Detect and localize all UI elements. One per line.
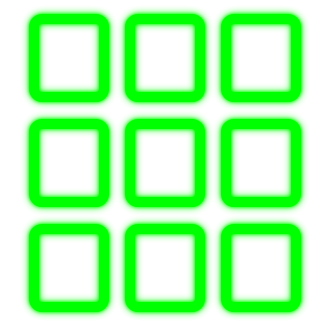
grid-cell-r2-c3 xyxy=(221,119,301,207)
grid-cell-r3-c1 xyxy=(29,224,109,312)
grid-cell-r2-c2 xyxy=(125,119,205,207)
icon-canvas xyxy=(0,0,330,330)
grid-cell-r1-c3 xyxy=(221,14,301,102)
grid-cells xyxy=(29,14,301,312)
grid-cell-r2-c1 xyxy=(29,119,109,207)
grid-cell-r3-c3 xyxy=(221,224,301,312)
grid-cell-r1-c2 xyxy=(125,14,205,102)
grid-cell-r3-c2 xyxy=(125,224,205,312)
grid-cell-r1-c1 xyxy=(29,14,109,102)
grid-icon xyxy=(29,14,301,312)
